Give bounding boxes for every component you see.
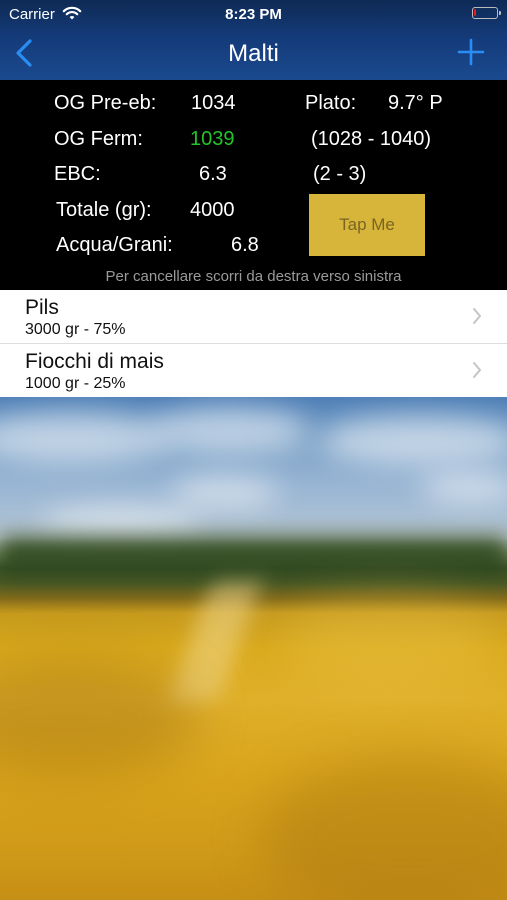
tap-me-button[interactable]: Tap Me <box>309 194 425 256</box>
recipe-summary-panel: OG Pre-eb: 1034 Plato: 9.7° P OG Ferm: 1… <box>0 80 507 290</box>
plato-label: Plato: <box>305 92 357 114</box>
add-plus-icon[interactable] <box>457 38 485 66</box>
disclosure-chevron-icon <box>473 308 481 324</box>
ebc-value: 6.3 <box>199 163 227 185</box>
totale-label: Totale (gr): <box>56 199 152 221</box>
acqua-grani-label: Acqua/Grani: <box>56 234 173 256</box>
malt-name: Pils <box>25 296 59 319</box>
og-pre-value: 1034 <box>191 92 236 114</box>
battery-icon <box>472 7 501 19</box>
battery-level <box>474 9 476 16</box>
plato-value: 9.7° P <box>388 92 443 114</box>
malt-detail: 1000 gr - 25% <box>25 375 126 392</box>
malt-name: Fiocchi di mais <box>25 350 164 373</box>
swipe-delete-hint: Per cancellare scorri da destra verso si… <box>105 268 402 285</box>
og-ferm-range: (1028 - 1040) <box>311 128 432 150</box>
wheat-field-background-image <box>0 397 507 900</box>
disclosure-chevron-icon <box>473 362 481 378</box>
og-pre-label: OG Pre-eb: <box>54 92 157 114</box>
og-ferm-value: 1039 <box>190 128 235 150</box>
navigation-bar: Malti <box>0 28 507 80</box>
malt-row-fiocchi-di-mais[interactable]: Fiocchi di mais 1000 gr - 25% <box>0 343 507 397</box>
status-bar: Carrier 8:23 PM <box>0 0 507 28</box>
ebc-range: (2 - 3) <box>313 163 367 185</box>
malt-list: Pils 3000 gr - 75% Fiocchi di mais 1000 … <box>0 290 507 397</box>
top-bar: Carrier 8:23 PM Malti <box>0 0 507 80</box>
og-ferm-label: OG Ferm: <box>54 128 143 150</box>
malt-detail: 3000 gr - 75% <box>25 321 126 338</box>
totale-value: 4000 <box>190 199 235 221</box>
clock: 8:23 PM <box>225 6 282 23</box>
screen: Carrier 8:23 PM Malti OG Pre-eb: 1034 Pl… <box>0 0 507 900</box>
malt-row-pils[interactable]: Pils 3000 gr - 75% <box>0 290 507 343</box>
ebc-label: EBC: <box>54 163 101 185</box>
page-title: Malti <box>228 40 279 67</box>
acqua-grani-value: 6.8 <box>231 234 259 256</box>
